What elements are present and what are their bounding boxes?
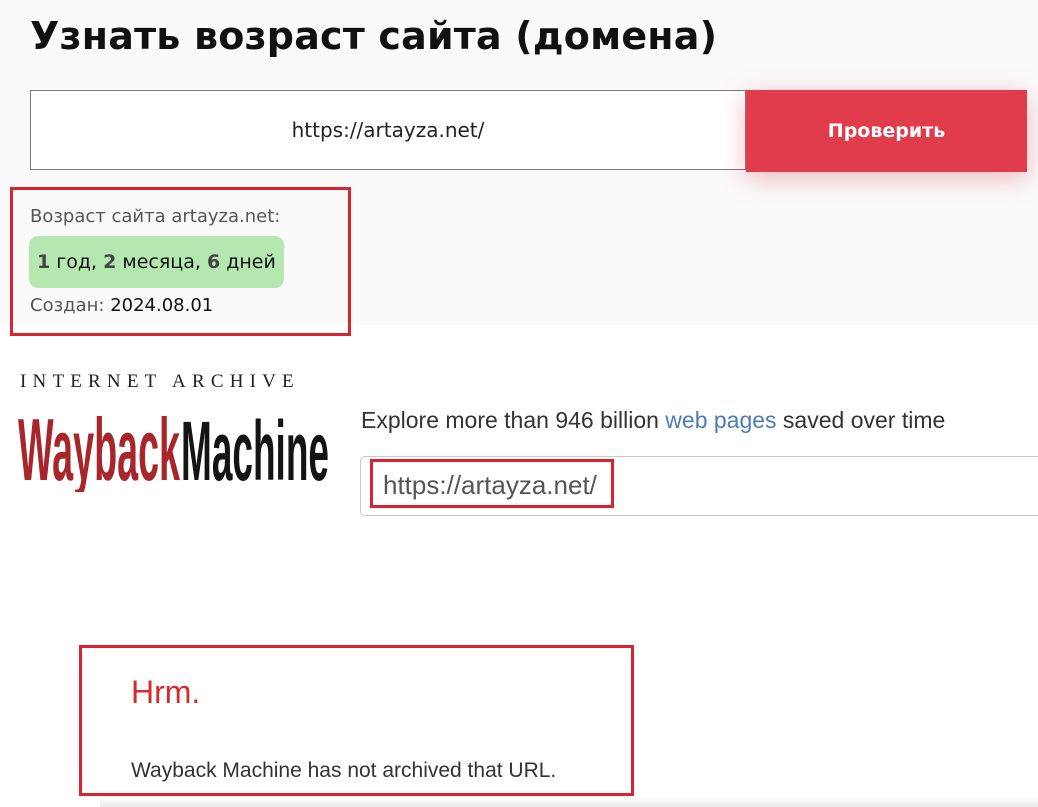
explore-prefix: Explore more than 946 billion (361, 407, 666, 433)
days-number: 6 (206, 251, 221, 273)
wayback-machine-logo[interactable]: Wayback Machine (18, 400, 330, 492)
age-label: Возраст сайта artayza.net: (30, 206, 281, 227)
age-badge: 1 год, 2 месяца, 6 дней (29, 236, 284, 288)
years-number: 1 (37, 251, 51, 273)
explore-suffix: saved over time (776, 407, 946, 433)
created-date-row: Создан: 2024.08.01 (30, 295, 213, 316)
logo-word-machine: Machine (181, 404, 329, 492)
created-date: 2024.08.01 (110, 295, 214, 316)
internet-archive-text: INTERNET ARCHIVE (20, 371, 300, 392)
logo-word-wayback: Wayback (18, 400, 180, 492)
url-input[interactable] (30, 90, 746, 170)
days-word: дней (220, 251, 276, 273)
created-label: Создан: (30, 295, 105, 316)
months-word: месяца, (116, 251, 207, 273)
error-message: Wayback Machine has not archived that UR… (131, 759, 557, 782)
check-button[interactable]: Проверить (746, 90, 1027, 172)
error-title: Hrm. (131, 674, 201, 710)
page-title: Узнать возраст сайта (домена) (30, 14, 718, 58)
months-number: 2 (103, 251, 117, 273)
wayback-search-value: https://artayza.net/ (383, 470, 597, 500)
years-word: год, (50, 251, 104, 273)
explore-text: Explore more than 946 billion web pages … (361, 407, 945, 434)
bottom-edge-shadow (100, 797, 1038, 807)
web-pages-link[interactable]: web pages (665, 407, 776, 433)
